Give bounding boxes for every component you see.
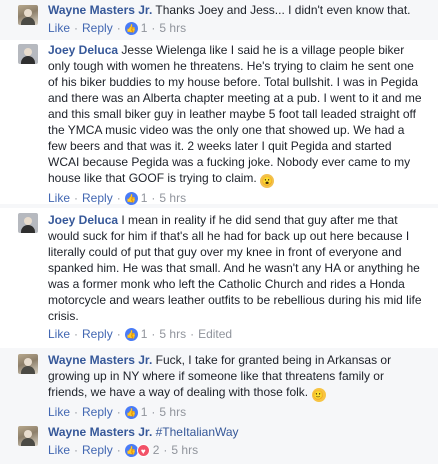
commenter-name[interactable]: Wayne Masters Jr. [48,3,152,17]
comment-text: I mean in reality if he did send that gu… [48,213,422,323]
separator: · [116,327,121,341]
hashtag-link[interactable]: #TheItalianWay [156,425,239,439]
timestamp[interactable]: 5 hrs [159,190,186,206]
reply-button[interactable]: Reply [82,404,113,420]
comment: Wayne Masters Jr. #TheItalianWay Like · … [0,420,438,464]
reaction-count[interactable]: 2 [153,442,160,458]
comment-meta: Like · Reply · 👍 1 · 5 hrs [48,404,426,420]
comment-text-block: Joey Deluca I mean in reality if he did … [48,212,426,324]
commenter-name[interactable]: Joey Deluca [48,213,118,227]
comment: Wayne Masters Jr. Fuck, I take for grant… [0,348,438,420]
separator: · [151,327,156,341]
separator: · [74,21,79,35]
separator: · [116,21,121,35]
comment-text: Thanks Joey and Jess... I didn't even kn… [155,3,411,17]
timestamp[interactable]: 5 hrs [159,404,186,420]
reply-button[interactable]: Reply [82,20,113,36]
comment-text-block: Joey Deluca Jesse Wielenga like I said h… [48,42,426,188]
timestamp[interactable]: 5 hrs [159,20,186,36]
commenter-name[interactable]: Wayne Masters Jr. [48,353,152,367]
reaction-count[interactable]: 1 [141,20,148,36]
comment-text-block: Wayne Masters Jr. Fuck, I take for grant… [48,352,426,402]
separator: · [151,191,156,205]
reaction-count[interactable]: 1 [141,190,148,206]
comment-meta: Like · Reply · 👍 1 · 5 hrs · Edited [48,326,426,342]
separator: · [116,191,121,205]
separator: · [151,405,156,419]
separator: · [116,443,121,457]
commenter-name[interactable]: Joey Deluca [48,43,118,57]
edited-label[interactable]: Edited [198,326,232,342]
separator: · [116,405,121,419]
avatar[interactable] [18,44,38,64]
reaction-count[interactable]: 1 [141,326,148,342]
comment: Joey Deluca Jesse Wielenga like I said h… [0,40,438,206]
separator: · [74,191,79,205]
comment-text-block: Wayne Masters Jr. Thanks Joey and Jess..… [48,2,426,18]
avatar[interactable] [18,426,38,446]
avatar[interactable] [18,213,38,233]
thumbs-up-icon[interactable]: 👍 [124,21,138,35]
reply-button[interactable]: Reply [82,442,113,458]
heart-icon[interactable]: ♥ [136,443,150,457]
like-button[interactable]: Like [48,190,70,206]
comment-thread: Wayne Masters Jr. Thanks Joey and Jess..… [0,0,438,464]
like-button[interactable]: Like [48,404,70,420]
like-button[interactable]: Like [48,326,70,342]
emoji-icon: 😮 [260,174,275,188]
emoji-icon: 🙂 [311,388,326,402]
thumbs-up-icon[interactable]: 👍 [124,191,138,205]
avatar[interactable] [18,5,38,25]
thumbs-up-icon[interactable]: 👍 [124,327,138,341]
thumbs-up-icon[interactable]: 👍 [124,443,138,457]
comment-meta: Like · Reply · 👍 ♥ 2 · 5 hrs [48,442,426,458]
comment-meta: Like · Reply · 👍 1 · 5 hrs [48,20,426,36]
separator: · [74,405,79,419]
comment-meta: Like · Reply · 👍 1 · 5 hrs [48,190,426,206]
separator: · [74,443,79,457]
separator: · [163,443,168,457]
thumbs-up-icon[interactable]: 👍 [124,405,138,419]
commenter-name[interactable]: Wayne Masters Jr. [48,425,152,439]
reply-button[interactable]: Reply [82,190,113,206]
reaction-count[interactable]: 1 [141,404,148,420]
separator: · [74,327,79,341]
comment: Joey Deluca I mean in reality if he did … [0,208,438,348]
like-button[interactable]: Like [48,20,70,36]
timestamp[interactable]: 5 hrs [171,442,198,458]
separator: · [190,327,195,341]
reply-button[interactable]: Reply [82,326,113,342]
like-button[interactable]: Like [48,442,70,458]
comment-text: Jesse Wielenga like I said he is a villa… [48,43,422,185]
timestamp[interactable]: 5 hrs [159,326,186,342]
separator: · [151,21,156,35]
comment: Wayne Masters Jr. Thanks Joey and Jess..… [0,0,438,40]
comment-text-block: Wayne Masters Jr. #TheItalianWay [48,424,426,440]
avatar[interactable] [18,354,38,374]
